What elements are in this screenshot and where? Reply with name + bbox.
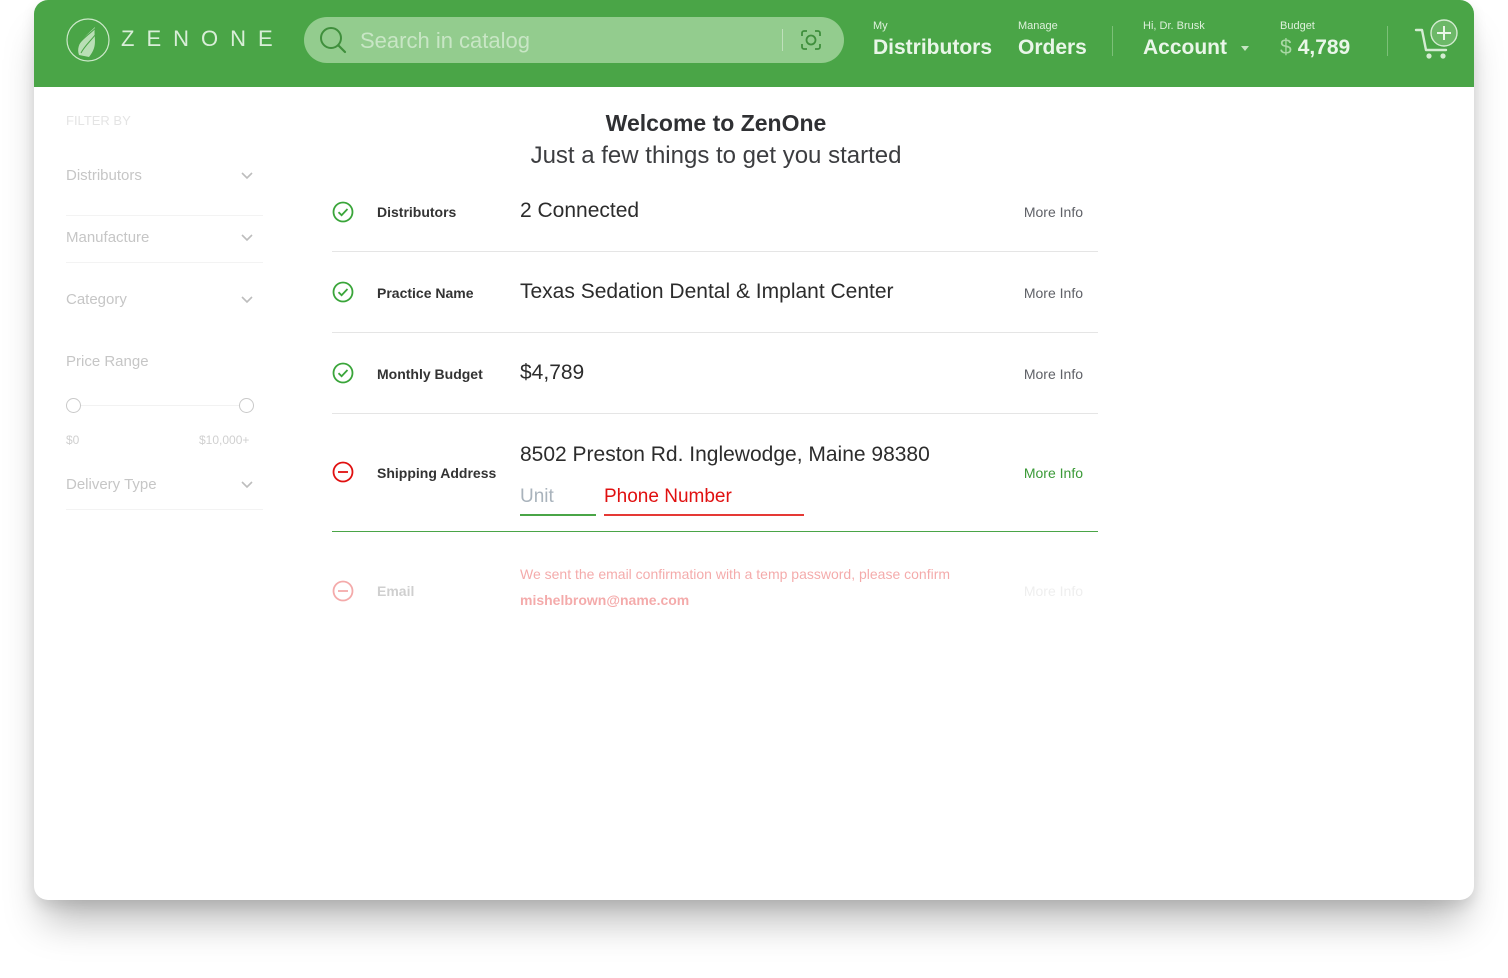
unit-input[interactable] — [520, 486, 596, 508]
unit-field[interactable] — [520, 486, 596, 516]
more-info-link[interactable]: More Info — [1024, 583, 1083, 599]
filter-distributors[interactable]: Distributors — [66, 167, 263, 216]
email-address: mishelbrown@name.com — [520, 592, 690, 608]
row-value: 2 Connected — [520, 199, 640, 222]
setup-row-practice-name: Practice Name Texas Sedation Dental & Im… — [332, 251, 1098, 333]
price-slider-min-handle[interactable] — [66, 398, 81, 413]
budget-amount: 4,789 — [1297, 36, 1351, 59]
chevron-down-icon — [241, 172, 253, 180]
price-max-label: $10,000+ — [199, 433, 250, 447]
row-label: Distributors — [377, 204, 457, 220]
check-circle-icon — [332, 281, 354, 303]
more-info-link[interactable]: More Info — [1024, 285, 1083, 301]
nav-caption: Manage — [1018, 20, 1058, 32]
zenone-logo-icon — [66, 18, 110, 62]
phone-number-field[interactable] — [604, 486, 804, 516]
filter-label: Category — [66, 291, 127, 308]
price-min-label: $0 — [66, 433, 80, 447]
nav-label: Distributors — [873, 36, 993, 59]
search-input[interactable] — [358, 25, 772, 57]
row-label: Monthly Budget — [377, 366, 483, 382]
account-label-wrap: Account — [1143, 35, 1249, 61]
row-label: Shipping Address — [377, 465, 497, 481]
row-value: Texas Sedation Dental & Implant Center — [520, 280, 894, 303]
price-slider-track[interactable] — [74, 405, 247, 406]
filter-delivery-type[interactable]: Delivery Type — [66, 476, 263, 510]
nav-budget: Budget $4,789 — [1280, 20, 1350, 61]
nav-divider — [1387, 26, 1388, 56]
budget-caption: Budget — [1280, 20, 1315, 32]
email-confirmation-message: We sent the email confirmation with a te… — [520, 566, 951, 582]
filter-label: Delivery Type — [66, 476, 157, 493]
more-info-link[interactable]: More Info — [1024, 465, 1083, 481]
minus-circle-icon — [332, 580, 354, 602]
row-label: Practice Name — [377, 285, 474, 301]
nav-divider — [1112, 26, 1113, 56]
brand-name: ZENONE — [121, 26, 285, 51]
nav-manage-orders[interactable]: Manage Orders — [1018, 20, 1087, 61]
phone-number-input[interactable] — [604, 486, 804, 508]
nav-label: Orders — [1018, 36, 1087, 59]
price-range-label: Price Range — [66, 353, 149, 370]
minus-circle-icon — [332, 461, 354, 483]
chevron-down-icon — [241, 296, 253, 304]
setup-row-email: Email We sent the email confirmation wit… — [332, 560, 1098, 620]
page-title: Welcome to ZenOne — [605, 110, 827, 136]
check-circle-icon — [332, 201, 354, 223]
cart-add-icon[interactable] — [1414, 18, 1460, 62]
filter-label: Manufacture — [66, 229, 150, 246]
row-label: Email — [377, 583, 415, 599]
catalog-search-bar[interactable] — [304, 17, 844, 63]
budget-amount-wrap: $4,789 — [1280, 35, 1350, 61]
nav-caption: My — [873, 20, 888, 32]
setup-row-shipping-address: Shipping Address 8502 Preston Rd. Inglew… — [332, 413, 1098, 532]
currency-symbol: $ — [1280, 36, 1292, 59]
caret-down-icon — [1241, 45, 1249, 51]
app-window: ZENONE My Distributors Manage Orders Hi,… — [34, 0, 1474, 900]
account-greeting: Hi, Dr. Brusk — [1143, 20, 1205, 32]
account-label: Account — [1143, 36, 1227, 59]
search-divider — [782, 29, 783, 51]
chevron-down-icon — [241, 234, 253, 242]
page-subtitle: Just a few things to get you started — [530, 142, 902, 169]
more-info-link[interactable]: More Info — [1024, 204, 1083, 220]
row-value: 8502 Preston Rd. Inglewodge, Maine 98380 — [520, 443, 930, 466]
more-info-link[interactable]: More Info — [1024, 366, 1083, 382]
nav-account-menu[interactable]: Hi, Dr. Brusk Account — [1143, 20, 1249, 61]
price-slider-max-handle[interactable] — [239, 398, 254, 413]
filter-manufacture[interactable]: Manufacture — [66, 229, 263, 263]
setup-row-distributors: Distributors 2 Connected More Info — [332, 190, 1098, 252]
nav-my-distributors[interactable]: My Distributors — [873, 20, 992, 61]
search-icon — [320, 27, 347, 54]
chevron-down-icon — [241, 481, 253, 489]
top-navigation-bar: ZENONE My Distributors Manage Orders Hi,… — [34, 0, 1474, 87]
row-value: $4,789 — [520, 361, 585, 384]
filter-category[interactable]: Category — [66, 291, 263, 339]
setup-row-monthly-budget: Monthly Budget $4,789 More Info — [332, 332, 1098, 414]
check-circle-icon — [332, 362, 354, 384]
camera-scan-icon[interactable] — [798, 27, 824, 53]
